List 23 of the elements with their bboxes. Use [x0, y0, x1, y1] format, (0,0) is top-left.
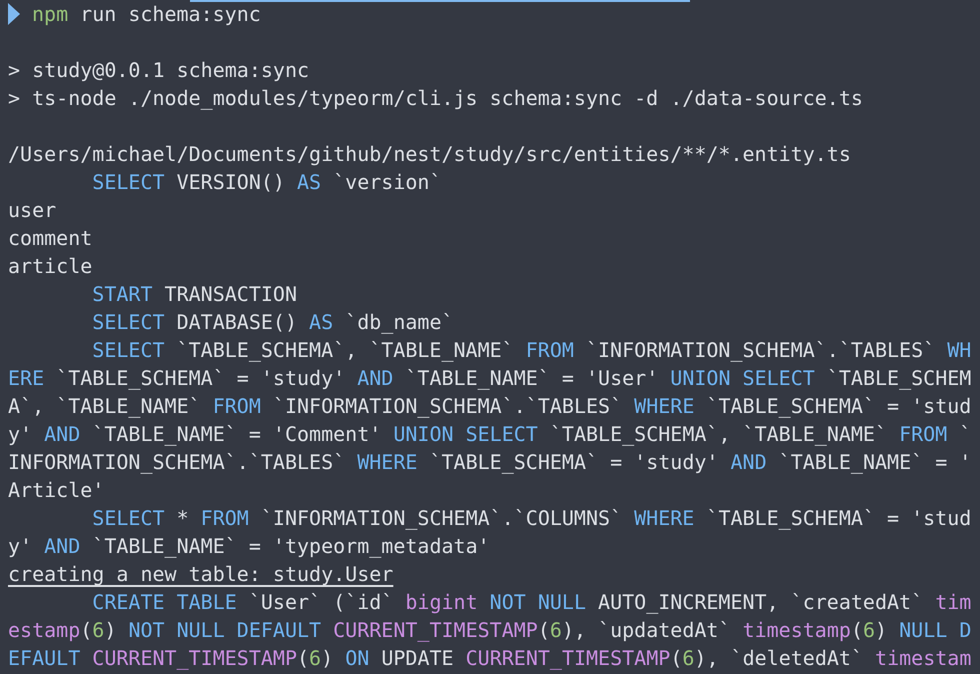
- output-line: creating a new table: study.User: [8, 561, 394, 588]
- output-line: SELECT `TABLE_SCHEMA`, `TABLE_NAME` FROM `INFORMATION_SCHEMA`.`TABLES` WH: [91, 337, 972, 364]
- output-line: SELECT * FROM `INFORMATION_SCHEMA`.`COLUMNS` WHERE `TABLE_SCHEMA` = 'stud: [91, 505, 972, 532]
- command-line: npm run schema:sync: [32, 1, 261, 28]
- output-line: Article': [8, 477, 104, 504]
- output-line: user: [8, 197, 56, 224]
- output-line: comment: [8, 225, 92, 252]
- output-line: > ts-node ./node_modules/typeorm/cli.js schema:sync -d ./data-source.ts: [8, 85, 863, 112]
- output-line: EFAULT CURRENT_TIMESTAMP(6) ON UPDATE CURRENT_TIMESTAMP(6), `deletedAt` timestam: [8, 645, 972, 672]
- output-line: y' AND `TABLE_NAME` = 'Comment' UNION SELECT `TABLE_SCHEMA`, `TABLE_NAME` FROM `: [8, 421, 972, 448]
- output-line: article: [8, 253, 92, 280]
- output-line: ERE `TABLE_SCHEMA` = 'study' AND `TABLE_NAME` = 'User' UNION SELECT `TABLE_SCHEM: [8, 365, 972, 392]
- output-line: estamp(6) NOT NULL DEFAULT CURRENT_TIMESTAMP(6), `updatedAt` timestamp(6) NULL D: [8, 617, 972, 644]
- output-line: A`, `TABLE_NAME` FROM `INFORMATION_SCHEMA`.`TABLES` WHERE `TABLE_SCHEMA` = 'stud: [8, 393, 972, 420]
- prompt-arrow-icon: [8, 3, 20, 25]
- output-line: y' AND `TABLE_NAME` = 'typeorm_metadata': [8, 533, 490, 560]
- output-line: /Users/michael/Documents/github/nest/study/src/entities/**/*.entity.ts: [8, 141, 851, 168]
- output-line: INFORMATION_SCHEMA`.`TABLES` WHERE `TABLE_SCHEMA` = 'study' AND `TABLE_NAME` = ': [8, 449, 972, 476]
- output-line: START TRANSACTION: [91, 281, 297, 308]
- output-line: > study@0.0.1 schema:sync: [8, 57, 310, 84]
- output-line: SELECT VERSION() AS `version`: [91, 169, 442, 196]
- output-line: SELECT DATABASE() AS `db_name`: [91, 309, 454, 336]
- output-line: CREATE TABLE `User` (`id` bigint NOT NULL AUTO_INCREMENT, `createdAt` tim: [91, 589, 972, 616]
